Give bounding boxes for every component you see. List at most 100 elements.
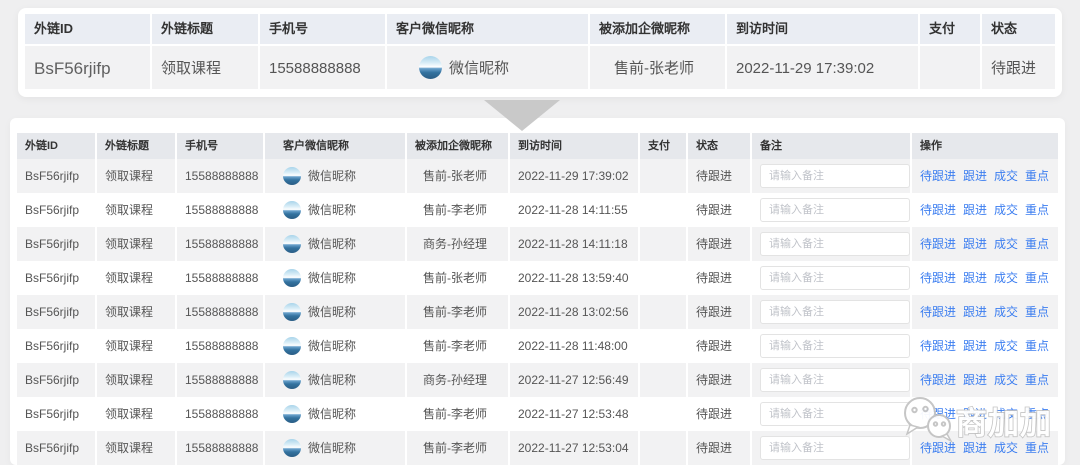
action-set-pending[interactable]: 待跟进 (920, 373, 956, 387)
action-set-pending[interactable]: 待跟进 (920, 169, 956, 183)
column-header-customer-nickname: 客户微信昵称 (387, 14, 590, 44)
note-input[interactable] (760, 198, 910, 222)
note-input[interactable] (760, 368, 910, 392)
customer-nickname-label: 微信昵称 (449, 60, 509, 77)
table-row: BsF56rjifp 领取课程 15588888888 微信昵称 售前-张老师 … (17, 261, 1058, 295)
action-deal-done[interactable]: 成交 (994, 271, 1018, 285)
cell-phone: 15588888888 (177, 159, 265, 193)
cell-link-id: BsF56rjifp (17, 363, 97, 397)
table-row: BsF56rjifp 领取课程 15588888888 微信昵称 商务-孙经理 … (17, 363, 1058, 397)
column-header-phone: 手机号 (260, 14, 387, 44)
action-mark-important[interactable]: 重点 (1025, 203, 1049, 217)
cell-link-title: 领取课程 (97, 363, 177, 397)
cell-link-id: BsF56rjifp (25, 44, 152, 89)
wechat-avatar-icon (283, 167, 301, 185)
note-input[interactable] (760, 300, 910, 324)
cell-staff-nickname: 商务-孙经理 (407, 227, 510, 261)
cell-phone: 15588888888 (177, 193, 265, 227)
action-follow-up[interactable]: 跟进 (963, 373, 987, 387)
action-mark-important[interactable]: 重点 (1025, 441, 1049, 455)
action-mark-important[interactable]: 重点 (1025, 373, 1049, 387)
column-header-visit-time: 到访时间 (727, 14, 920, 44)
action-follow-up[interactable]: 跟进 (963, 305, 987, 319)
note-input[interactable] (760, 266, 910, 290)
cell-visit-time: 2022-11-27 12:53:04 (510, 431, 640, 465)
wechat-avatar-icon (283, 235, 301, 253)
action-deal-done[interactable]: 成交 (994, 339, 1018, 353)
cell-staff-nickname: 售前-李老师 (407, 431, 510, 465)
action-set-pending[interactable]: 待跟进 (920, 441, 956, 455)
column-header-pay: 支付 (640, 133, 688, 159)
table-row: BsF56rjifp 领取课程 15588888888 微信昵称 售前-李老师 … (17, 431, 1058, 465)
cell-link-id: BsF56rjifp (17, 261, 97, 295)
cell-visit-time: 2022-11-29 17:39:02 (727, 44, 920, 89)
status-badge: 待跟进 (688, 329, 752, 363)
action-set-pending[interactable]: 待跟进 (920, 203, 956, 217)
cell-link-id: BsF56rjifp (17, 159, 97, 193)
action-follow-up[interactable]: 跟进 (963, 169, 987, 183)
column-header-note: 备注 (752, 133, 912, 159)
cell-link-id: BsF56rjifp (17, 227, 97, 261)
action-mark-important[interactable]: 重点 (1025, 271, 1049, 285)
status-badge: 待跟进 (688, 193, 752, 227)
table-row: BsF56rjifp 领取课程 15588888888 微信昵称 售前-李老师 … (17, 295, 1058, 329)
action-follow-up[interactable]: 跟进 (963, 441, 987, 455)
column-header-link-id: 外链ID (17, 133, 97, 159)
cell-link-title: 领取课程 (97, 193, 177, 227)
action-mark-important[interactable]: 重点 (1025, 339, 1049, 353)
cell-customer-nickname: 微信昵称 (265, 329, 407, 363)
action-set-pending[interactable]: 待跟进 (920, 407, 956, 421)
cell-visit-time: 2022-11-27 12:53:48 (510, 397, 640, 431)
action-follow-up[interactable]: 跟进 (963, 339, 987, 353)
action-deal-done[interactable]: 成交 (994, 441, 1018, 455)
note-input[interactable] (760, 232, 910, 256)
action-follow-up[interactable]: 跟进 (963, 271, 987, 285)
action-mark-important[interactable]: 重点 (1025, 237, 1049, 251)
customer-nickname-label: 微信昵称 (308, 407, 356, 421)
action-follow-up[interactable]: 跟进 (963, 237, 987, 251)
action-mark-important[interactable]: 重点 (1025, 169, 1049, 183)
cell-staff-nickname: 售前-李老师 (407, 397, 510, 431)
action-set-pending[interactable]: 待跟进 (920, 339, 956, 353)
cell-note (752, 159, 912, 193)
cell-link-title: 领取课程 (97, 329, 177, 363)
cell-actions: 待跟进跟进成交重点 (912, 159, 1058, 193)
action-mark-important[interactable]: 重点 (1025, 305, 1049, 319)
table-row: BsF56rjifp 领取课程 15588888888 微信昵称 售前-李老师 … (17, 193, 1058, 227)
column-header-pay: 支付 (920, 14, 982, 44)
cell-visit-time: 2022-11-28 11:48:00 (510, 329, 640, 363)
column-header-staff-nickname: 被添加企微昵称 (407, 133, 510, 159)
action-set-pending[interactable]: 待跟进 (920, 237, 956, 251)
column-header-status: 状态 (982, 14, 1055, 44)
action-set-pending[interactable]: 待跟进 (920, 305, 956, 319)
table-row: BsF56rjifp 领取课程 15588888888 微信昵称 售前-李老师 … (17, 397, 1058, 431)
note-input[interactable] (760, 334, 910, 358)
action-set-pending[interactable]: 待跟进 (920, 271, 956, 285)
cell-link-id: BsF56rjifp (17, 431, 97, 465)
cell-phone: 15588888888 (177, 227, 265, 261)
note-input[interactable] (760, 402, 910, 426)
cell-phone: 15588888888 (177, 329, 265, 363)
latest-visit-table: 外链ID 外链标题 手机号 客户微信昵称 被添加企微昵称 到访时间 支付 状态 … (25, 14, 1055, 89)
action-follow-up[interactable]: 跟进 (963, 407, 987, 421)
cell-staff-nickname: 售前-李老师 (407, 295, 510, 329)
action-follow-up[interactable]: 跟进 (963, 203, 987, 217)
cell-phone: 15588888888 (177, 431, 265, 465)
action-mark-important[interactable]: 重点 (1025, 407, 1049, 421)
action-deal-done[interactable]: 成交 (994, 237, 1018, 251)
cell-note (752, 193, 912, 227)
cell-note (752, 397, 912, 431)
action-deal-done[interactable]: 成交 (994, 169, 1018, 183)
action-deal-done[interactable]: 成交 (994, 407, 1018, 421)
cell-link-title: 领取课程 (97, 227, 177, 261)
action-deal-done[interactable]: 成交 (994, 203, 1018, 217)
cell-pay (640, 227, 688, 261)
note-input[interactable] (760, 164, 910, 188)
action-deal-done[interactable]: 成交 (994, 305, 1018, 319)
cell-staff-nickname: 售前-李老师 (407, 193, 510, 227)
note-input[interactable] (760, 436, 910, 460)
action-deal-done[interactable]: 成交 (994, 373, 1018, 387)
cell-actions: 待跟进跟进成交重点 (912, 261, 1058, 295)
cell-note (752, 431, 912, 465)
wechat-avatar-icon (283, 337, 301, 355)
